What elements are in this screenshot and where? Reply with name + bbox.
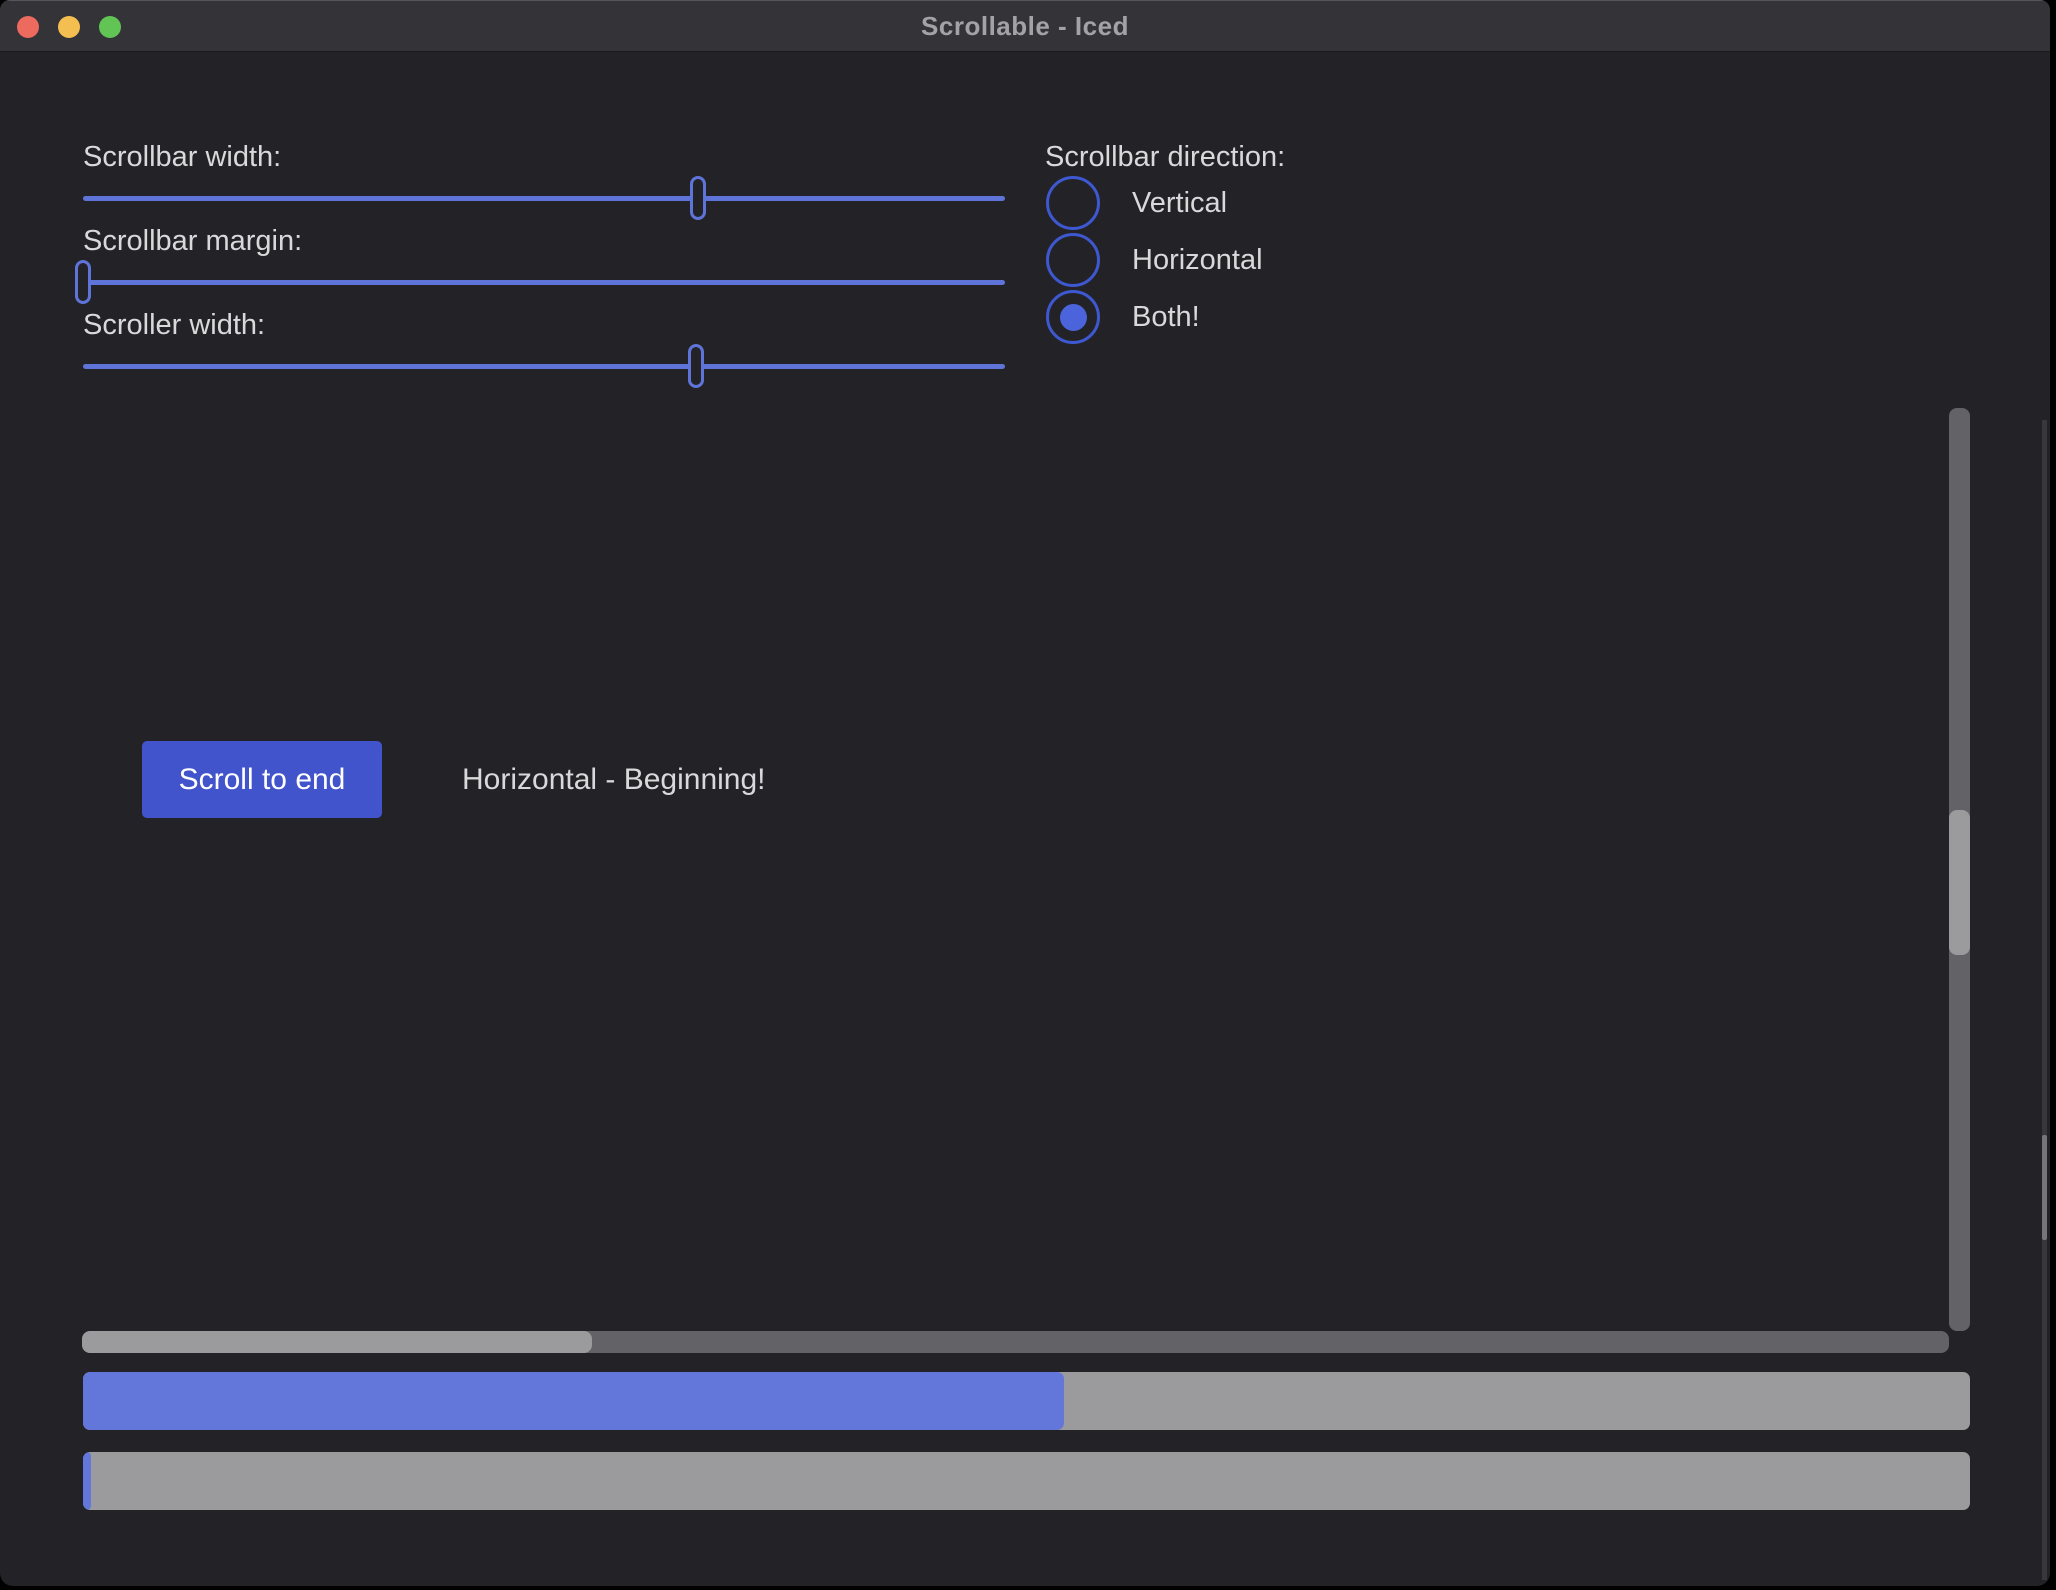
radio-option-both[interactable]: Both! [1046,290,1200,344]
scroller-width-slider[interactable] [83,344,1005,388]
slider-rail[interactable] [83,280,1005,285]
scrollbar-direction-label: Scrollbar direction: [1045,139,1285,175]
radio-label: Vertical [1132,187,1227,220]
radio-selected-dot [1060,304,1087,331]
window-edge-scrollbar-track [2042,420,2047,1580]
slider-rail[interactable] [83,364,1005,369]
scrollbar-margin-label: Scrollbar margin: [83,223,302,259]
window-edge-scrollbar-thumb[interactable] [2042,1135,2047,1240]
radio-circle-icon[interactable] [1046,176,1100,230]
horizontal-progress-bar [83,1372,1970,1430]
slider-handle[interactable] [75,260,91,304]
scrollbar-width-slider[interactable] [83,176,1005,220]
radio-option-horizontal[interactable]: Horizontal [1046,233,1263,287]
scroll-to-end-button-label: Scroll to end [179,763,346,797]
vertical-scrollbar-track[interactable] [1949,408,1970,1331]
scroll-to-end-button[interactable]: Scroll to end [142,741,382,818]
zoom-window-button[interactable] [99,16,121,38]
app-window: Scrollable - Iced Scrollbar width: Scrol… [0,0,2050,1586]
scroller-width-label: Scroller width: [83,307,265,343]
scrollbar-width-label: Scrollbar width: [83,139,281,175]
scrollbar-margin-slider[interactable] [83,260,1005,304]
slider-handle[interactable] [690,176,706,220]
close-window-button[interactable] [17,16,39,38]
radio-label: Both! [1132,301,1200,334]
horizontal-scrollbar-track[interactable] [82,1331,1949,1353]
radio-label: Horizontal [1132,244,1263,277]
slider-handle[interactable] [688,344,704,388]
radio-circle-icon[interactable] [1046,290,1100,344]
slider-rail[interactable] [83,196,1005,201]
window-title: Scrollable - Iced [921,11,1129,42]
scroll-status-text: Horizontal - Beginning! [462,741,766,818]
horizontal-scrollbar-thumb[interactable] [82,1331,592,1353]
vertical-scrollbar-thumb[interactable] [1949,810,1970,955]
minimize-window-button[interactable] [58,16,80,38]
vertical-progress-fill [83,1452,91,1510]
titlebar: Scrollable - Iced [0,0,2050,52]
radio-circle-icon[interactable] [1046,233,1100,287]
horizontal-progress-fill [83,1372,1064,1430]
vertical-progress-bar [83,1452,1970,1510]
radio-option-vertical[interactable]: Vertical [1046,176,1227,230]
